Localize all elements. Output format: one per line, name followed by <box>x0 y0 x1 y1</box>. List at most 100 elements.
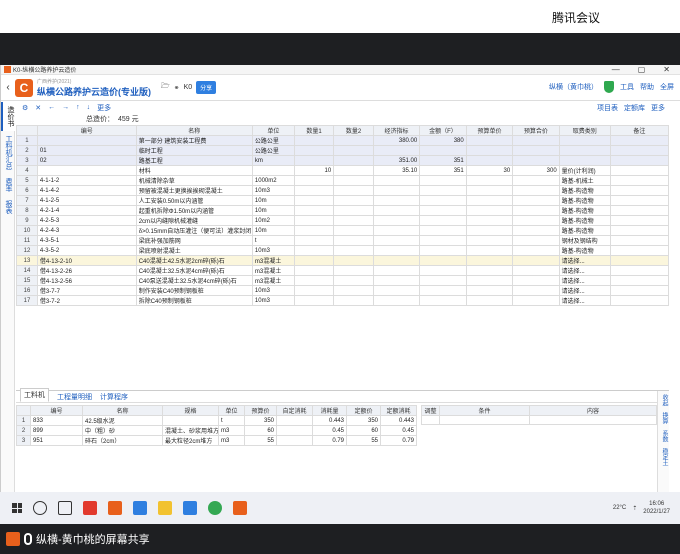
table-cell[interactable] <box>609 285 670 296</box>
table-cell[interactable] <box>333 265 374 276</box>
table-cell[interactable]: 351 <box>419 165 467 176</box>
table-cell[interactable] <box>372 275 421 286</box>
table-cell[interactable]: 02 <box>36 155 137 166</box>
table-row[interactable]: 14 借4-13-2-26 C40混凝土32.5水泥4cm碎(砾)石 m3混凝土 请选择… <box>16 265 670 276</box>
table-cell[interactable]: 55 <box>346 435 381 446</box>
table-cell[interactable] <box>609 255 670 266</box>
table-cell[interactable] <box>419 245 467 256</box>
table-cell[interactable] <box>609 145 670 156</box>
table-cell[interactable]: 350 <box>244 415 277 426</box>
table-cell[interactable] <box>419 145 467 156</box>
table-cell[interactable] <box>512 265 560 276</box>
table-cell[interactable]: 量价(计利润) <box>558 165 611 176</box>
table-cell[interactable] <box>512 225 560 236</box>
table-cell[interactable] <box>293 195 335 206</box>
tab-quantity-detail[interactable]: 工程量明细 <box>57 392 92 402</box>
table-cell[interactable] <box>465 185 514 196</box>
tab-calc-program[interactable]: 计算程序 <box>100 392 128 402</box>
table-cell[interactable]: 预留被混凝土更换挨挨砌混凝土 <box>135 185 253 196</box>
table-cell[interactable]: 4-2-5-3 <box>36 215 137 226</box>
share-button[interactable]: 分享 <box>196 81 217 94</box>
table-row[interactable]: 2 899 中（粗）砂 混凝土、砂浆用堆方 m3 60 0.45 60 0.45 <box>16 425 417 436</box>
user-name[interactable]: 纵横（黄巾桃） <box>549 82 598 92</box>
table-cell[interactable] <box>372 185 421 196</box>
table-row[interactable]: 1 833 42.5级水泥 t 350 0.443 350 0.443 <box>16 415 417 426</box>
table-row[interactable]: 3 02 路基工程 km 351.00 351 <box>16 155 670 166</box>
table-cell[interactable] <box>333 255 374 266</box>
table-cell[interactable]: 4-1-4-2 <box>36 185 137 196</box>
right-more-menu[interactable]: 更多 <box>651 103 665 113</box>
table-cell[interactable]: 路基-构造物 <box>558 195 611 206</box>
more-menu[interactable]: 更多 <box>97 103 111 113</box>
table-cell[interactable]: 4-2-4-3 <box>36 225 137 236</box>
table-cell[interactable] <box>36 135 137 146</box>
table-cell[interactable] <box>512 175 560 186</box>
table-row[interactable]: 9 4-2-5-3 2cm以内缝隙机械灌缝 10m2 路基-构造物 <box>16 215 670 226</box>
chrome-icon[interactable] <box>208 501 222 515</box>
table-row[interactable]: 16 借3-7-7 制作安装C40预制钢板桩 10m3 请选择... <box>16 285 670 296</box>
table-cell[interactable] <box>609 165 670 176</box>
minimize-button[interactable]: — <box>612 65 620 74</box>
table-cell[interactable]: 钢材及钢结构 <box>558 235 611 246</box>
table-cell[interactable] <box>512 135 560 146</box>
tab-cost-book[interactable]: 造价书 <box>1 102 17 131</box>
table-cell[interactable]: 请选择... <box>558 285 611 296</box>
table-cell[interactable] <box>293 145 335 156</box>
table-cell[interactable] <box>333 175 374 186</box>
close-button[interactable]: ✕ <box>663 65 670 74</box>
table-cell[interactable]: 350 <box>346 415 381 426</box>
zongheng-app-icon[interactable] <box>108 501 122 515</box>
coefficient-tab[interactable]: 系数 <box>658 427 671 445</box>
table-cell[interactable] <box>512 145 560 156</box>
table-cell[interactable]: C40泵送混凝土32.5水泥4cm碎(砾)石 <box>135 275 253 286</box>
tools-menu[interactable]: 工具 <box>620 82 634 92</box>
wps-icon[interactable] <box>83 501 97 515</box>
table-cell[interactable]: km <box>251 155 295 166</box>
table-row[interactable]: 12 4-3-5-2 梁底喷射混凝土 10m3 路基-构造物 <box>16 245 670 256</box>
table-cell[interactable] <box>465 195 514 206</box>
table-cell[interactable]: t <box>251 235 295 246</box>
tab-materials[interactable]: 工料机 <box>20 388 49 402</box>
table-cell[interactable] <box>465 215 514 226</box>
table-cell[interactable]: m3混凝土 <box>251 275 295 286</box>
table-cell[interactable] <box>419 185 467 196</box>
table-cell[interactable]: 01 <box>36 145 137 156</box>
help-menu[interactable]: 帮助 <box>640 82 654 92</box>
table-cell[interactable]: 42.5级水泥 <box>82 415 163 426</box>
table-cell[interactable]: 机械清除杂草 <box>135 175 253 186</box>
table-cell[interactable] <box>293 185 335 196</box>
table-cell[interactable]: 混凝土、砂浆用堆方 <box>162 425 219 436</box>
table-cell[interactable] <box>372 265 421 276</box>
table-cell[interactable]: 路基-构造物 <box>558 185 611 196</box>
adjust-cell[interactable] <box>421 415 440 425</box>
table-cell[interactable] <box>465 245 514 256</box>
table-row[interactable]: 11 4-3-5-1 梁底补强加筋网 t 钢材及钢结构 <box>16 235 670 246</box>
table-cell[interactable]: 路基-构造物 <box>558 245 611 256</box>
table-cell[interactable]: 材料 <box>135 165 253 176</box>
maximize-button[interactable]: ▢ <box>638 65 646 74</box>
table-cell[interactable]: 4-3-5-1 <box>36 235 137 246</box>
table-cell[interactable]: 公路公里 <box>251 145 295 156</box>
table-cell[interactable] <box>558 145 611 156</box>
table-cell[interactable]: 请选择... <box>558 255 611 266</box>
table-row[interactable]: 6 4-1-4-2 预留被混凝土更换挨挨砌混凝土 10m3 路基-构造物 <box>16 185 670 196</box>
table-cell[interactable]: 中（粗）砂 <box>82 425 163 436</box>
table-cell[interactable] <box>333 215 374 226</box>
table-cell[interactable]: 0.79 <box>312 435 347 446</box>
table-row[interactable]: 3 951 碎石（2cm） 最大粒径2cm堆方 m3 55 0.79 55 0.79 <box>16 435 417 446</box>
table-cell[interactable] <box>333 235 374 246</box>
table-cell[interactable] <box>419 225 467 236</box>
table-cell[interactable]: 梁底补强加筋网 <box>135 235 253 246</box>
table-cell[interactable] <box>293 225 335 236</box>
table-cell[interactable]: 请选择... <box>558 295 611 306</box>
table-cell[interactable] <box>512 235 560 246</box>
table-cell[interactable] <box>465 255 514 266</box>
table-cell[interactable] <box>558 155 611 166</box>
table-cell[interactable] <box>293 285 335 296</box>
table-cell[interactable]: 351.00 <box>372 155 421 166</box>
table-cell[interactable] <box>465 275 514 286</box>
table-cell[interactable]: 60 <box>244 425 277 436</box>
table-cell[interactable] <box>419 265 467 276</box>
table-cell[interactable]: 60 <box>346 425 381 436</box>
collapse-tab[interactable]: 收起 <box>658 391 671 409</box>
